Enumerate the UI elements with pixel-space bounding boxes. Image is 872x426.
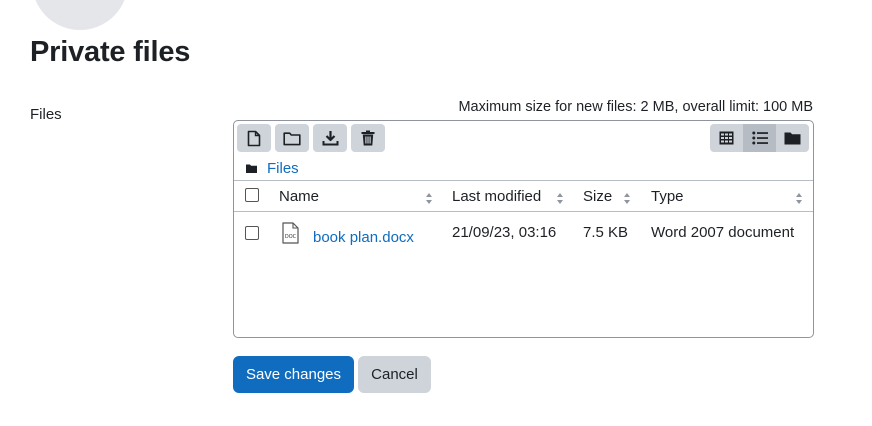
files-table: Name Last modified Size Type DOC book pl… <box>234 180 813 256</box>
column-size-header[interactable]: Size <box>583 188 612 205</box>
folder-icon <box>246 164 257 173</box>
files-field-label: Files <box>30 106 62 123</box>
doc-file-icon: DOC <box>282 222 299 244</box>
svg-text:DOC: DOC <box>285 234 297 240</box>
list-icon <box>751 131 768 145</box>
avatar <box>32 0 128 30</box>
view-details-button[interactable] <box>743 124 776 152</box>
download-button[interactable] <box>313 124 347 152</box>
file-name-link[interactable]: book plan.docx <box>313 229 414 246</box>
cancel-button[interactable]: Cancel <box>358 356 431 393</box>
breadcrumb-files-link[interactable]: Files <box>267 160 299 177</box>
add-file-button[interactable] <box>237 124 271 152</box>
column-type-header[interactable]: Type <box>651 188 684 205</box>
sort-icon[interactable] <box>556 192 564 205</box>
delete-button[interactable] <box>351 124 385 152</box>
sort-icon[interactable] <box>623 192 631 205</box>
select-all-checkbox[interactable] <box>245 188 259 202</box>
file-manager: Files Name Last modified Size Type DOC b… <box>233 120 814 338</box>
column-modified-header[interactable]: Last modified <box>452 188 541 205</box>
file-type: Word 2007 document <box>651 224 795 241</box>
breadcrumb: Files <box>246 160 299 177</box>
page-title: Private files <box>30 36 191 68</box>
file-modified: 21/09/23, 03:16 <box>452 224 557 241</box>
table-header: Name Last modified Size Type <box>234 180 813 212</box>
create-folder-button[interactable] <box>275 124 309 152</box>
grid-icon <box>719 131 734 145</box>
sort-icon[interactable] <box>795 192 803 205</box>
folder-icon <box>283 131 301 145</box>
view-icons-button[interactable] <box>710 124 743 152</box>
folder-icon <box>784 132 801 145</box>
column-name-header[interactable]: Name <box>279 188 319 205</box>
view-switcher <box>710 124 809 152</box>
row-checkbox[interactable] <box>245 226 259 240</box>
max-size-note: Maximum size for new files: 2 MB, overal… <box>458 99 813 115</box>
sort-icon[interactable] <box>425 192 433 205</box>
table-row[interactable]: DOC book plan.docx 21/09/23, 03:16 7.5 K… <box>234 212 813 256</box>
file-size: 7.5 KB <box>583 224 629 241</box>
file-manager-toolbar <box>237 124 385 152</box>
save-changes-button[interactable]: Save changes <box>233 356 354 393</box>
view-tree-button[interactable] <box>776 124 809 152</box>
file-icon <box>247 130 261 146</box>
download-icon <box>322 131 338 146</box>
trash-icon <box>361 130 375 146</box>
